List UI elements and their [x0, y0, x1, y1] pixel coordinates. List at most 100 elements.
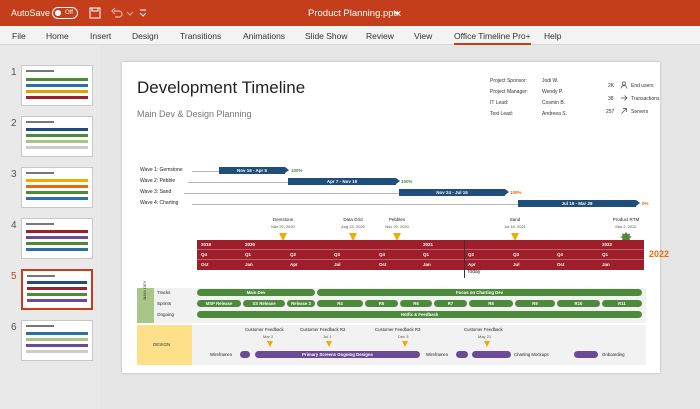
- wave-percent: 0%: [642, 201, 649, 206]
- thumb-bar: [26, 242, 88, 245]
- wave-label: Wave 3: Sand: [140, 189, 172, 195]
- thumb-title-line: [26, 70, 54, 72]
- title-bar: AutoSave Off Product Planning.pptx: [0, 0, 700, 26]
- tab-slide-show[interactable]: Slide Show: [305, 31, 348, 41]
- thumb-title-line: [26, 325, 54, 327]
- scale-year: 2019: [201, 242, 212, 247]
- timescale-years: 2019 2020 2021 2022: [197, 240, 644, 250]
- thumb-bar: [26, 179, 88, 182]
- design-bar-wireframes[interactable]: [456, 351, 468, 358]
- sprint-bar[interactable]: Release 3: [287, 300, 315, 307]
- scale-year: 2022: [602, 242, 613, 247]
- sprint-bar[interactable]: MSP Release: [197, 300, 241, 307]
- tab-insert[interactable]: Insert: [90, 31, 111, 41]
- swimlane-title: DESIGN: [153, 342, 171, 347]
- title-dropdown-icon[interactable]: [393, 9, 401, 17]
- tab-home[interactable]: Home: [46, 31, 69, 41]
- scale-quarter: Q4: [201, 252, 208, 257]
- sprint-bar[interactable]: SS Release: [243, 300, 285, 307]
- design-item-label: Charting Mockups: [514, 352, 549, 357]
- slide-thumbnail-5[interactable]: [21, 269, 93, 310]
- design-bar[interactable]: Primary Screens Ongoing Designs: [255, 351, 420, 358]
- tab-file[interactable]: File: [12, 31, 26, 41]
- slide-thumbnail-3[interactable]: [21, 167, 93, 208]
- design-bar-wireframes[interactable]: [240, 351, 250, 358]
- slide[interactable]: Development Timeline Main Dev & Design P…: [122, 62, 669, 373]
- design-bar-charting[interactable]: [472, 351, 511, 358]
- wave-bar[interactable]: Nov 16 - Apr 5: [219, 167, 289, 174]
- scale-month: Jan: [602, 262, 610, 267]
- wave-label: Wave 4: Charting: [140, 200, 179, 206]
- tab-view[interactable]: View: [414, 31, 432, 41]
- wave-leader-line: [192, 171, 219, 172]
- slide-thumbnail-1[interactable]: [21, 65, 93, 106]
- sprint-bar[interactable]: R10: [557, 300, 600, 307]
- milestone-date: Nov 29, 2020: [385, 224, 409, 229]
- feedback-marker[interactable]: [267, 341, 273, 347]
- thumb-bar: [26, 197, 88, 200]
- sprint-bar[interactable]: R7: [434, 300, 467, 307]
- scale-quarter: Q3: [513, 252, 520, 257]
- tab-help[interactable]: Help: [544, 31, 561, 41]
- tab-design[interactable]: Design: [132, 31, 158, 41]
- stat-label: End users: [631, 83, 654, 89]
- thumb-bar: [26, 140, 88, 143]
- tab-review[interactable]: Review: [366, 31, 394, 41]
- feedback-marker[interactable]: [484, 341, 490, 347]
- timescale-band: 2019 2020 2021 2022 Q4 Q1 Q2 Q3 Q4 Q1 Q2…: [197, 240, 644, 270]
- slide-title[interactable]: Development Timeline: [137, 78, 305, 98]
- sprint-bar[interactable]: R8: [469, 300, 513, 307]
- scale-month: Apr: [290, 262, 298, 267]
- slide-thumbnail-4[interactable]: [21, 218, 93, 259]
- thumb-bar: [26, 236, 88, 239]
- thumb-bar: [26, 248, 88, 251]
- sprint-bar[interactable]: R5: [365, 300, 398, 307]
- track-bar[interactable]: Main Dev: [197, 289, 315, 296]
- thumb-title-line: [26, 121, 54, 123]
- swimlane-main-dev: MAIN DEV Tracks Sprints Ongoing Main Dev…: [137, 281, 646, 323]
- sprint-bar[interactable]: R11: [602, 300, 642, 307]
- feedback-date: May 21: [478, 334, 492, 339]
- track-bar[interactable]: Focus on Charting Dev: [317, 289, 642, 296]
- scale-month: Oct: [201, 262, 209, 267]
- design-bar-onboarding[interactable]: [574, 351, 598, 358]
- undo-icon[interactable]: [110, 6, 124, 20]
- thumb-number: 6: [11, 322, 17, 333]
- save-icon[interactable]: [88, 6, 102, 20]
- scale-month: Oct: [379, 262, 387, 267]
- thumb-number: 3: [11, 169, 17, 180]
- customize-icon[interactable]: [136, 6, 150, 20]
- slide-thumbnail-2[interactable]: [21, 116, 93, 157]
- dropdown-icon[interactable]: [123, 6, 137, 20]
- scale-month: Jul: [334, 262, 341, 267]
- feedback-marker[interactable]: [326, 341, 332, 347]
- thumb-number: 1: [11, 67, 17, 78]
- swimlane-header: MAIN DEV: [137, 281, 154, 323]
- stat-value: 38: [608, 96, 614, 102]
- feedback-label: Customer Feedback: [245, 327, 284, 332]
- ongoing-bar[interactable]: Hotfix & Feedback: [197, 311, 642, 318]
- tab-office-timeline[interactable]: Office Timeline Pro+: [454, 31, 531, 45]
- milestone-date: Mar 29, 2020: [271, 224, 295, 229]
- design-item-label: Onboarding: [602, 352, 625, 357]
- tab-animations[interactable]: Animations: [243, 31, 285, 41]
- wave-label: Wave 1: Gemstone: [140, 167, 183, 173]
- swimlane-design-header: DESIGN: [137, 325, 192, 365]
- wave-bar[interactable]: Apr 7 - Nov 19: [288, 178, 400, 185]
- thumb-bar: [26, 90, 88, 93]
- sprint-bar[interactable]: R6: [400, 300, 432, 307]
- sprint-bar[interactable]: R9: [515, 300, 555, 307]
- sprint-bar[interactable]: R4: [317, 300, 363, 307]
- thumb-bar: [26, 332, 88, 335]
- ribbon-tabs: File Home Insert Design Transitions Anim…: [0, 26, 700, 45]
- scale-quarter: Q4: [379, 252, 386, 257]
- slide-thumbnail-6[interactable]: [21, 320, 93, 361]
- slide-subtitle[interactable]: Main Dev & Design Planning: [137, 109, 252, 119]
- autosave-toggle[interactable]: Off: [52, 7, 78, 19]
- feedback-marker[interactable]: [402, 341, 408, 347]
- wave-bar[interactable]: Jul 19 - Mar 28: [518, 200, 640, 207]
- wave-bar[interactable]: Nov 24 - Jul 16: [399, 189, 509, 196]
- swimlane-title: MAIN DEV: [142, 280, 147, 300]
- info-value: Wendy P.: [542, 89, 563, 95]
- tab-transitions[interactable]: Transitions: [180, 31, 221, 41]
